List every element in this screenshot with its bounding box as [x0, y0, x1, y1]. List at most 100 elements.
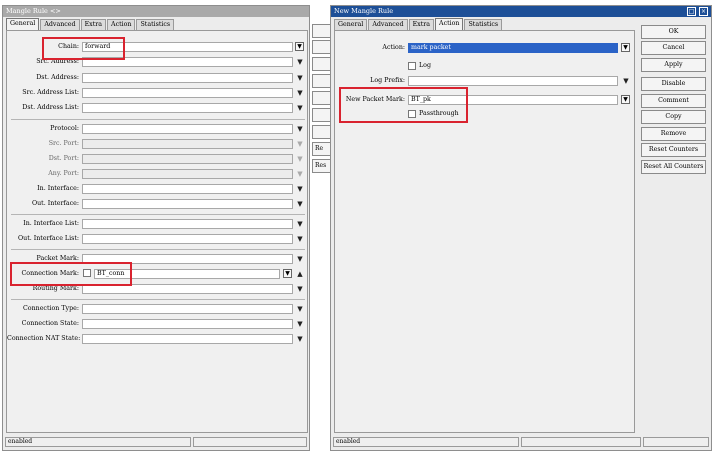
tab-extra[interactable]: Extra	[408, 19, 435, 30]
separator	[11, 214, 305, 215]
separator	[11, 119, 305, 120]
new-mangle-rule-window: New Mangle Rule □ × General Advanced Ext…	[330, 5, 712, 451]
tab-statistics[interactable]: Statistics	[464, 19, 503, 30]
hidden-window-button[interactable]	[312, 125, 332, 139]
connection-nat-state-field[interactable]	[82, 334, 293, 344]
out-interface-label: Out. Interface:	[31, 200, 79, 207]
connection-mark-up-arrow-icon[interactable]: ▲	[296, 269, 304, 279]
mangle-rule-window: Mangle Rule <> General Advanced Extra Ac…	[2, 5, 310, 451]
highlight-box-new-packet-mark	[339, 87, 468, 123]
connection-state-field[interactable]	[82, 319, 293, 329]
maximize-icon[interactable]: □	[687, 7, 696, 16]
dst-port-arrow-icon: ▼	[297, 155, 303, 163]
dst-address-list-arrow-icon[interactable]: ▼	[296, 103, 304, 113]
tab-advanced[interactable]: Advanced	[40, 19, 80, 30]
reset-counters-partial-button[interactable]: Re	[312, 142, 332, 156]
tab-action[interactable]: Action	[435, 18, 464, 30]
hidden-window-button[interactable]	[312, 24, 332, 38]
reset-counters-button[interactable]: Reset Counters	[641, 143, 706, 157]
connection-state-arrow-icon[interactable]: ▼	[296, 319, 304, 329]
window-title: New Mangle Rule	[334, 7, 394, 15]
hidden-window-button[interactable]	[312, 74, 332, 88]
in-interface-list-field[interactable]	[82, 219, 293, 229]
tab-general[interactable]: General	[334, 19, 368, 30]
in-interface-field[interactable]	[82, 184, 293, 194]
tab-general[interactable]: General	[6, 18, 40, 30]
tab-statistics[interactable]: Statistics	[136, 19, 175, 30]
connection-nat-state-arrow-icon[interactable]: ▼	[296, 334, 304, 344]
log-checkbox[interactable]	[408, 62, 416, 70]
status-bar-cell	[643, 437, 709, 447]
dst-port-field[interactable]	[82, 154, 293, 164]
src-port-field[interactable]	[82, 139, 293, 149]
mangle-rule-titlebar[interactable]: Mangle Rule <>	[3, 6, 309, 17]
out-interface-arrow-icon[interactable]: ▼	[296, 199, 304, 209]
log-prefix-arrow-icon[interactable]: ▼	[622, 76, 630, 86]
log-label: Log	[419, 62, 432, 69]
hidden-window-button[interactable]	[312, 108, 332, 122]
action-field[interactable]: mark packet	[408, 43, 618, 53]
in-interface-list-arrow-icon[interactable]: ▼	[296, 219, 304, 229]
comment-button[interactable]: Comment	[641, 94, 706, 108]
action-label: Action:	[382, 44, 405, 51]
status-bar-cell	[193, 437, 307, 447]
src-address-list-field[interactable]	[82, 88, 293, 98]
connection-type-label: Connection Type:	[22, 305, 79, 312]
dst-port-label: Dst. Port:	[48, 155, 79, 162]
new-packet-mark-dropdown-icon[interactable]: ▼	[621, 95, 630, 104]
right-tabs: General Advanced Extra Action Statistics	[334, 18, 503, 30]
hidden-window-button[interactable]	[312, 40, 332, 54]
dst-address-list-field[interactable]	[82, 103, 293, 113]
status-bar: enabled	[333, 437, 519, 447]
separator	[11, 299, 305, 300]
ok-button[interactable]: OK	[641, 25, 706, 39]
chain-dropdown-icon[interactable]: ▼	[295, 42, 304, 51]
out-interface-list-label: Out. Interface List:	[18, 235, 79, 242]
reset-all-counters-partial-button[interactable]: Res	[312, 159, 332, 173]
window-title: Mangle Rule <>	[6, 7, 61, 15]
connection-mark-dropdown-icon[interactable]: ▼	[283, 269, 292, 278]
tab-advanced[interactable]: Advanced	[368, 19, 408, 30]
highlight-box-chain	[42, 37, 125, 60]
dst-address-field[interactable]	[82, 73, 293, 83]
general-panel: Chain: forward ▼ Src. Address: ▼ Dst. Ad…	[6, 30, 308, 433]
src-port-arrow-icon: ▼	[297, 140, 303, 148]
routing-mark-arrow-icon[interactable]: ▼	[296, 284, 304, 294]
action-dropdown-icon[interactable]: ▼	[621, 43, 630, 52]
tab-extra[interactable]: Extra	[80, 19, 107, 30]
packet-mark-arrow-icon[interactable]: ▼	[296, 254, 304, 264]
tab-action[interactable]: Action	[107, 19, 136, 30]
src-port-label: Src. Port:	[48, 140, 79, 147]
cancel-button[interactable]: Cancel	[641, 41, 706, 55]
connection-nat-state-label: Connection NAT State:	[7, 335, 81, 342]
any-port-field[interactable]	[82, 169, 293, 179]
log-prefix-field[interactable]	[408, 76, 618, 86]
in-interface-label: In. Interface:	[37, 185, 79, 192]
out-interface-list-field[interactable]	[82, 234, 293, 244]
dst-address-arrow-icon[interactable]: ▼	[296, 73, 304, 83]
out-interface-list-arrow-icon[interactable]: ▼	[296, 234, 304, 244]
apply-button[interactable]: Apply	[641, 58, 706, 72]
protocol-arrow-icon[interactable]: ▼	[296, 124, 304, 134]
reset-all-counters-button[interactable]: Reset All Counters	[641, 160, 706, 174]
protocol-label: Protocol:	[50, 125, 79, 132]
copy-button[interactable]: Copy	[641, 110, 706, 124]
src-address-arrow-icon[interactable]: ▼	[296, 57, 304, 67]
separator	[11, 249, 305, 250]
close-icon[interactable]: ×	[699, 7, 708, 16]
any-port-arrow-icon: ▼	[297, 170, 303, 178]
remove-button[interactable]: Remove	[641, 127, 706, 141]
disable-button[interactable]: Disable	[641, 77, 706, 91]
in-interface-arrow-icon[interactable]: ▼	[296, 184, 304, 194]
status-bar-cell	[521, 437, 641, 447]
src-address-list-arrow-icon[interactable]: ▼	[296, 88, 304, 98]
hidden-window-button[interactable]	[312, 57, 332, 71]
in-interface-list-label: In. Interface List:	[23, 220, 79, 227]
src-address-list-label: Src. Address List:	[22, 89, 79, 96]
hidden-window-button[interactable]	[312, 91, 332, 105]
connection-type-arrow-icon[interactable]: ▼	[296, 304, 304, 314]
out-interface-field[interactable]	[82, 199, 293, 209]
new-mangle-rule-titlebar[interactable]: New Mangle Rule	[331, 6, 711, 17]
protocol-field[interactable]	[82, 124, 293, 134]
connection-type-field[interactable]	[82, 304, 293, 314]
